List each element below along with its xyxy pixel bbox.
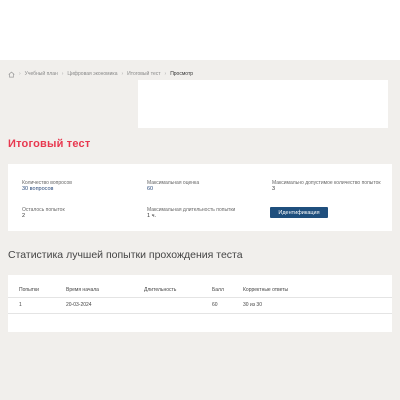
cell-attempt: 1 bbox=[8, 297, 66, 314]
breadcrumb-separator: › bbox=[121, 71, 124, 77]
breadcrumb-item-current: Просмотр bbox=[170, 71, 194, 77]
max-attempts-label: Максимально допустимое количество попыто… bbox=[272, 180, 381, 186]
max-duration-value: 1 ч. bbox=[147, 213, 156, 220]
cell-score: 60 bbox=[212, 297, 243, 314]
column-header-attempts: Попытки bbox=[8, 275, 66, 298]
breadcrumb-separator: › bbox=[19, 71, 21, 77]
identification-button[interactable]: Идентификация bbox=[270, 207, 328, 218]
stats-title: Статистика лучшей попытки прохождения те… bbox=[8, 249, 243, 261]
column-header-duration: Длительность bbox=[144, 275, 212, 298]
max-duration-label: Максимальная длительность попытки bbox=[147, 207, 236, 213]
column-header-start-time: Время начала bbox=[66, 275, 144, 298]
column-header-score: Балл bbox=[212, 275, 243, 298]
breadcrumb-item-curriculum[interactable]: Учебный план bbox=[25, 71, 58, 77]
table-header-row: Попытки Время начала Длительность Балл К… bbox=[8, 275, 392, 298]
questions-count: Количество вопросов 30 вопросов bbox=[22, 180, 72, 193]
table-row: 1 20-03-2024 60 30 из 30 bbox=[8, 297, 392, 314]
max-score-value: 60 bbox=[147, 186, 154, 193]
breadcrumb-separator: › bbox=[164, 71, 167, 77]
breadcrumb-item-course[interactable]: Цифровая экономика bbox=[67, 71, 117, 77]
test-info-card: Количество вопросов 30 вопросов Максимал… bbox=[8, 164, 392, 231]
max-score: Максимальная оценка 60 bbox=[147, 180, 199, 193]
attempts-left-label: Осталось попыток bbox=[22, 207, 65, 213]
breadcrumb-separator: › bbox=[61, 71, 64, 77]
breadcrumb-item-test[interactable]: Итоговый тест bbox=[127, 71, 160, 77]
breadcrumb: › Учебный план › Цифровая экономика › Ит… bbox=[8, 68, 193, 80]
top-header-area bbox=[0, 0, 400, 60]
max-duration: Максимальная длительность попытки 1 ч. bbox=[147, 207, 235, 220]
attempts-left: Осталось попыток 2 bbox=[22, 207, 65, 220]
stats-card: Попытки Время начала Длительность Балл К… bbox=[8, 275, 392, 332]
questions-count-value: 30 вопросов bbox=[22, 186, 54, 193]
max-score-label: Максимальная оценка bbox=[147, 180, 200, 186]
max-attempts-value: 3 bbox=[272, 186, 276, 193]
content-placeholder-box bbox=[138, 80, 388, 128]
page-title: Итоговый тест bbox=[8, 138, 91, 150]
attempts-left-value: 2 bbox=[22, 213, 26, 220]
max-attempts: Максимально допустимое количество попыто… bbox=[272, 180, 382, 193]
column-header-correct-answers: Корректные ответы bbox=[243, 275, 392, 298]
home-icon[interactable] bbox=[8, 71, 15, 78]
cell-duration bbox=[144, 297, 212, 314]
cell-correct-answers: 30 из 30 bbox=[243, 297, 392, 314]
stats-table: Попытки Время начала Длительность Балл К… bbox=[8, 275, 392, 314]
cell-start-time: 20-03-2024 bbox=[66, 297, 144, 314]
